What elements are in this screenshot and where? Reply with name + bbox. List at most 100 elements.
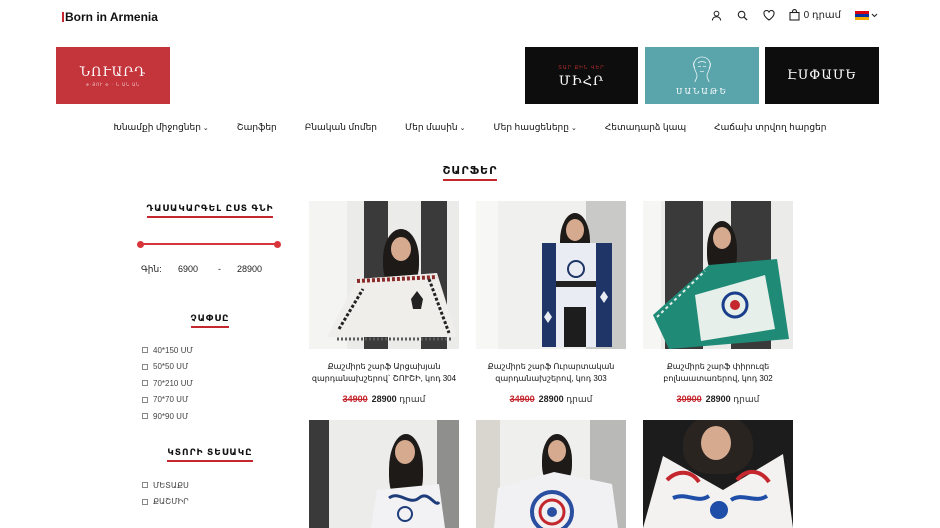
page-title: ՇԱՐՖԵՐ	[0, 161, 940, 181]
nav-label: Շարֆեր	[236, 122, 277, 132]
slider-min-handle[interactable]	[137, 241, 144, 248]
fabric-label: ՔԱՇՄԻՐ	[153, 497, 189, 507]
nav-item-addresses[interactable]: Մեր հասցեները ⌄	[494, 122, 577, 133]
product-card[interactable]: Քաշմիրե շարֆ Արցախյան զարդանախշերով` ՇՈՒ…	[309, 201, 459, 405]
brand-name: ՍԱՆԱԹԵ	[676, 87, 728, 96]
brand-name: ԷՍՓԱՄԵ	[787, 68, 857, 83]
price-separator: -	[218, 264, 221, 274]
cart-button[interactable]: 0 դրամ	[789, 9, 841, 21]
brand-name: ՆՈՒԱՐԴ	[79, 64, 147, 80]
nav-item-faq[interactable]: Հաճախ տրվող հարցեր	[714, 122, 826, 133]
woman-profile-icon	[693, 56, 711, 83]
language-selector[interactable]	[855, 10, 878, 20]
nav-item-about[interactable]: Մեր մասին ⌄	[405, 122, 466, 133]
nav-item-candles[interactable]: Բնական մոմեր	[305, 122, 377, 133]
fabric-option[interactable]: ՔԱՇՄԻՐ	[142, 494, 189, 511]
cart-total: 0 դրամ	[803, 9, 841, 21]
checkbox[interactable]	[142, 347, 148, 354]
price-label: Գին:	[141, 264, 162, 274]
fabric-option[interactable]: ՄԵՏԱՔՍ	[142, 477, 189, 494]
product-card[interactable]	[643, 420, 793, 528]
heart-icon[interactable]	[763, 9, 775, 21]
product-image[interactable]	[643, 201, 793, 349]
size-filter-list: 40*150 ՍՄ 50*50 ՍՄ 70*210 ՍՄ 70*70 ՍՄ 90…	[142, 342, 193, 425]
chevron-down-icon: ⌄	[570, 124, 577, 132]
fabric-title: ԿՏՈՐԻ ՏԵՍԱԿԸ	[167, 447, 253, 462]
logo-mark	[62, 12, 64, 22]
product-title[interactable]: Քաշմիրե շարֆ փիրուզե բոլնաատառերով, կոդ …	[643, 361, 793, 385]
price-min: 6900	[178, 264, 199, 274]
current-price: 28900	[538, 394, 564, 404]
armenian-flag-icon	[855, 10, 869, 20]
brand-banner-sanate[interactable]: ՍԱՆԱԹԵ	[645, 47, 759, 104]
brand-banner-nuard[interactable]: ՆՈՒԱՐԴ Ф·ՅՈՒ Ф · Ն ԱՆ ԱՆ	[56, 47, 170, 104]
checkbox[interactable]	[142, 498, 148, 505]
user-icon[interactable]	[711, 9, 723, 21]
size-option[interactable]: 70*210 ՍՄ	[142, 375, 193, 392]
product-card[interactable]: Քաշմիրե շարֆ փիրուզե բոլնաատառերով, կոդ …	[643, 201, 793, 405]
brand-subtitle: ՏԱՐ ՔԻՆ ՎԵՐ	[558, 64, 605, 71]
price-max: 28900	[237, 264, 263, 274]
current-price: 28900	[705, 394, 731, 404]
nav-label: Մեր մասին	[405, 122, 458, 132]
nav-label: Հետադարձ կապ	[604, 122, 687, 132]
size-label: 40*150 ՍՄ	[153, 345, 193, 355]
product-card[interactable]: Քաշմիրե շարֆ Ուրարտական զարդանախշերով, կ…	[476, 201, 626, 405]
header-actions: 0 դրամ	[711, 9, 878, 21]
price-range-slider[interactable]	[137, 241, 281, 248]
size-option[interactable]: 90*90 ՍՄ	[142, 408, 193, 425]
slider-max-handle[interactable]	[274, 241, 281, 248]
size-filter-heading: ՉԱՓՍԸ	[130, 313, 290, 328]
product-image[interactable]	[476, 201, 626, 349]
product-title[interactable]: Քաշմիրե շարֆ Արցախյան զարդանախշերով` ՇՈՒ…	[309, 361, 459, 385]
checkbox[interactable]	[142, 380, 148, 387]
product-image[interactable]	[643, 420, 793, 528]
nav-label: Բնական մոմեր	[304, 122, 377, 132]
nav-item-scarves[interactable]: Շարֆեր	[237, 122, 277, 133]
logo-text: Born in Armenia	[65, 10, 158, 24]
search-icon[interactable]	[737, 9, 749, 21]
chevron-down-icon	[871, 13, 878, 17]
sort-title: ԴԱՍԱԿԱՐԳԵԼ ԸՍՏ ԳՆԻ	[146, 203, 274, 218]
nav-label: Հաճախ տրվող հարցեր	[714, 122, 827, 132]
brand-name: ՄԻՀՐ	[558, 73, 605, 89]
size-option[interactable]: 40*150 ՍՄ	[142, 342, 193, 359]
size-label: 70*70 ՍՄ	[153, 395, 189, 405]
site-logo[interactable]: Born in Armenia	[62, 10, 158, 24]
checkbox[interactable]	[142, 363, 148, 370]
size-option[interactable]: 50*50 ՍՄ	[142, 359, 193, 376]
product-image[interactable]	[309, 420, 459, 528]
nav-item-care[interactable]: Խնամքի միջոցներ ⌄	[114, 122, 209, 133]
price-unit: դրամ	[733, 394, 760, 404]
old-price: 34900	[509, 394, 535, 404]
nav-item-contact[interactable]: Հետադարձ կապ	[605, 122, 686, 133]
brand-banner-espame[interactable]: ԷՍՓԱՄԵ	[765, 47, 879, 104]
brand-subtitle: Ф·ՅՈՒ Ф · Ն ԱՆ ԱՆ	[85, 81, 141, 87]
size-label: 90*90 ՍՄ	[153, 411, 189, 421]
size-label: 50*50 ՍՄ	[153, 362, 189, 372]
cart-icon	[789, 9, 801, 21]
nav-label: Խնամքի միջոցներ	[113, 122, 201, 132]
size-title: ՉԱՓՍԸ	[190, 313, 230, 328]
brand-banner-mihr[interactable]: ՏԱՐ ՔԻՆ ՎԵՐ ՄԻՀՐ	[525, 47, 638, 104]
product-price: 34900 28900 դրամ	[309, 394, 459, 405]
product-card[interactable]	[476, 420, 626, 528]
product-card[interactable]	[309, 420, 459, 528]
checkbox[interactable]	[142, 396, 148, 403]
checkbox[interactable]	[142, 413, 148, 420]
fabric-type-heading: ԿՏՈՐԻ ՏԵՍԱԿԸ	[130, 447, 290, 462]
product-image[interactable]	[476, 420, 626, 528]
size-option[interactable]: 70*70 ՍՄ	[142, 392, 193, 409]
chevron-down-icon: ⌄	[202, 124, 209, 132]
main-nav: Խնամքի միջոցներ ⌄ Շարֆեր Բնական մոմեր Մեր…	[0, 122, 940, 133]
nav-label: Մեր հասցեները	[493, 122, 569, 132]
product-image[interactable]	[309, 201, 459, 349]
page-title-text: ՇԱՐՖԵՐ	[442, 165, 498, 181]
old-price: 34900	[342, 394, 368, 404]
sort-by-price-heading: ԴԱՍԱԿԱՐԳԵԼ ԸՍՏ ԳՆԻ	[130, 203, 290, 218]
checkbox[interactable]	[142, 482, 148, 489]
fabric-label: ՄԵՏԱՔՍ	[153, 480, 189, 490]
product-price: 34900 28900 դրամ	[476, 394, 626, 405]
current-price: 28900	[371, 394, 397, 404]
product-title[interactable]: Քաշմիրե շարֆ Ուրարտական զարդանախշերով, կ…	[476, 361, 626, 385]
